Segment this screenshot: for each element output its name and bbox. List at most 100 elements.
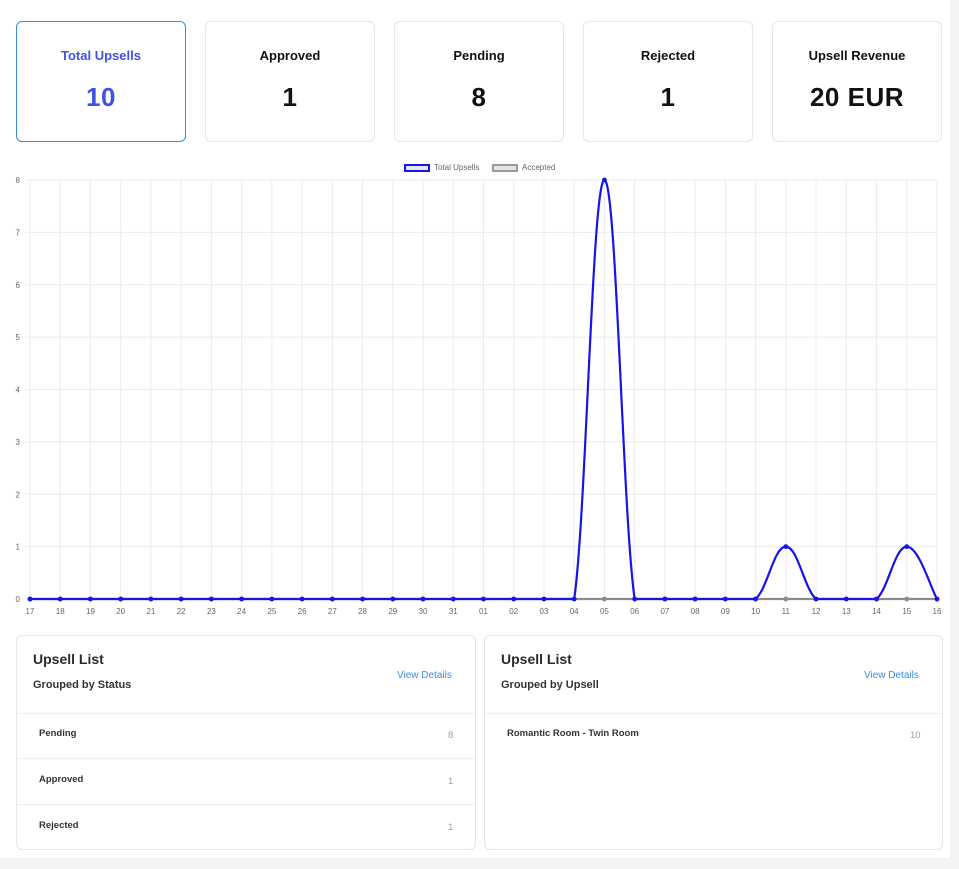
data-point-total-upsells (420, 596, 426, 602)
data-point-total-upsells (571, 596, 577, 602)
x-tick-label: 10 (751, 607, 760, 616)
upsells-line-chart: 17 18 19 20 21 22 23 24 25 26 27 28 29 30 31 01 02 03 04 05… (16, 176, 942, 616)
list-item-pending[interactable]: Pending 8 (17, 713, 475, 759)
data-point-total-upsells (209, 596, 214, 602)
y-tick-label: 2 (16, 490, 21, 499)
list-item-rejected[interactable]: Rejected 1 (17, 805, 475, 851)
list-item-label: Approved (39, 774, 84, 785)
panel-title: Upsell List (33, 651, 104, 667)
data-point-total-upsells (662, 596, 668, 602)
stat-label: Upsell Revenue (808, 48, 906, 63)
data-point-total-upsells (178, 596, 184, 602)
data-point-total-upsells (239, 596, 245, 602)
data-point-total-upsells (874, 596, 879, 602)
data-point-accepted (602, 596, 607, 602)
view-details-link[interactable]: View Details (864, 670, 919, 681)
panel-subtitle: Grouped by Upsell (501, 679, 599, 691)
list-item-count: 1 (448, 776, 454, 787)
x-tick-label: 16 (933, 607, 942, 616)
data-point-total-upsells (632, 596, 638, 602)
list-item-romantic-room-twin-room[interactable]: Romantic Room - Twin Room 10 (485, 713, 942, 759)
x-tick-label: 17 (26, 607, 35, 616)
list-item-label: Rejected (39, 820, 79, 831)
x-tick-label: 01 (479, 607, 488, 616)
x-tick-label: 14 (872, 607, 881, 616)
upsell-list-by-status-panel: Upsell List Grouped by Status View Detai… (16, 635, 476, 850)
data-point-total-upsells (753, 596, 758, 602)
data-point-total-upsells (450, 596, 456, 602)
data-point-total-upsells (360, 596, 365, 602)
data-point-total-upsells (541, 596, 547, 602)
data-point-total-upsells (783, 544, 789, 550)
x-tick-label: 26 (298, 607, 307, 616)
y-tick-label: 0 (16, 595, 21, 604)
x-tick-label: 18 (56, 607, 65, 616)
stat-card-approved[interactable]: Approved 1 (205, 21, 375, 142)
data-point-total-upsells (692, 596, 698, 602)
stat-card-pending[interactable]: Pending 8 (394, 21, 564, 142)
list-item-approved[interactable]: Approved 1 (17, 759, 475, 805)
y-tick-label: 8 (16, 176, 21, 185)
x-tick-label: 09 (721, 607, 730, 616)
y-tick-label: 6 (16, 281, 21, 290)
data-point-total-upsells (118, 596, 124, 602)
page-bottom-gutter (0, 858, 959, 869)
y-tick-label: 4 (16, 386, 21, 395)
x-tick-label: 05 (600, 607, 609, 616)
x-tick-label: 07 (660, 607, 669, 616)
x-tick-label: 15 (902, 607, 911, 616)
x-tick-label: 19 (86, 607, 95, 616)
data-point-accepted (904, 596, 910, 602)
data-point-total-upsells (57, 596, 63, 602)
data-point-accepted (783, 596, 789, 602)
x-tick-label: 30 (419, 607, 428, 616)
panel-title: Upsell List (501, 651, 572, 667)
x-tick-label: 20 (116, 607, 125, 616)
y-tick-label: 1 (16, 543, 21, 552)
data-point-total-upsells (904, 544, 910, 550)
x-tick-label: 21 (146, 607, 155, 616)
stat-card-upsell-revenue[interactable]: Upsell Revenue 20 EUR (772, 21, 942, 142)
x-tick-label: 13 (842, 607, 851, 616)
stat-value: 10 (86, 82, 116, 112)
data-point-total-upsells (269, 596, 275, 602)
x-tick-label: 31 (449, 607, 458, 616)
x-tick-label: 23 (207, 607, 216, 616)
list-item-count: 1 (448, 822, 454, 833)
data-point-total-upsells (27, 596, 33, 602)
list-item-count: 8 (448, 730, 454, 741)
data-point-total-upsells (934, 596, 940, 602)
view-details-link[interactable]: View Details (397, 670, 452, 681)
x-tick-label: 08 (691, 607, 700, 616)
data-point-total-upsells (722, 596, 728, 602)
data-point-total-upsells (843, 596, 849, 602)
data-point-total-upsells (329, 596, 335, 602)
stat-card-total-upsells[interactable]: Total Upsells 10 (16, 21, 186, 142)
data-point-total-upsells (88, 596, 93, 602)
data-point-total-upsells (481, 596, 486, 602)
x-tick-label: 04 (570, 607, 579, 616)
data-point-total-upsells (148, 596, 154, 602)
stat-value: 1 (660, 82, 676, 112)
data-point-total-upsells (813, 596, 819, 602)
x-tick-label: 25 (267, 607, 276, 616)
x-tick-label: 29 (388, 607, 397, 616)
stat-value: 20 EUR (809, 82, 905, 112)
y-tick-label: 5 (16, 333, 21, 342)
x-tick-label: 03 (540, 607, 549, 616)
x-tick-label: 11 (782, 607, 791, 616)
stat-label: Rejected (640, 48, 696, 63)
data-point-total-upsells (390, 596, 396, 602)
y-tick-label: 7 (16, 228, 21, 237)
x-tick-label: 28 (358, 607, 367, 616)
data-point-total-upsells (602, 177, 607, 183)
x-tick-label: 06 (630, 607, 639, 616)
data-point-total-upsells (299, 596, 305, 602)
stat-value: 1 (282, 82, 298, 112)
x-tick-label: 27 (328, 607, 337, 616)
x-tick-label: 12 (812, 607, 821, 616)
list-item-label: Romantic Room - Twin Room (507, 728, 639, 739)
stat-card-rejected[interactable]: Rejected 1 (583, 21, 753, 142)
panel-subtitle: Grouped by Status (33, 679, 132, 691)
data-point-total-upsells (511, 596, 517, 602)
